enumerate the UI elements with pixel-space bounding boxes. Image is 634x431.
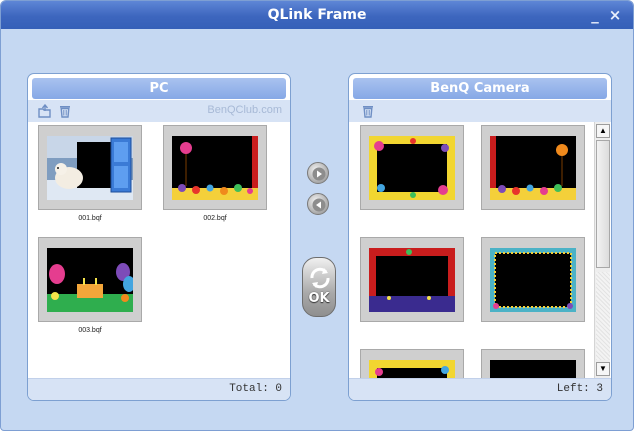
- frame-preview-candy-balloon: [490, 136, 576, 200]
- scroll-thumb[interactable]: [596, 140, 610, 268]
- camera-panel-title: BenQ Camera: [353, 78, 607, 99]
- file-thumbnail[interactable]: [163, 125, 267, 210]
- pc-panel-title: PC: [32, 78, 286, 99]
- ok-sync-button[interactable]: OK: [302, 257, 336, 317]
- sync-icon: [310, 267, 330, 289]
- camera-status-bar: Left: 3: [349, 378, 611, 400]
- import-icon[interactable]: [38, 103, 52, 118]
- pc-status-bar: Total: 0: [28, 378, 290, 400]
- qlink-frame-window: QLink Frame _ × PC BenQClub.com 001.bqf …: [0, 0, 634, 431]
- file-thumbnail[interactable]: [38, 125, 142, 210]
- frame-preview-polar-bear: [47, 136, 133, 200]
- camera-thumbnail[interactable]: [360, 349, 464, 378]
- file-caption: 001.bqf: [78, 215, 102, 222]
- left-count: Left: 3: [556, 383, 603, 395]
- frame-preview-candy-balloon: [172, 136, 258, 200]
- file-thumbnail[interactable]: [38, 237, 142, 322]
- frame-preview-green-dotted: [490, 248, 576, 312]
- window-title: QLink Frame: [267, 7, 367, 23]
- camera-thumbnail[interactable]: [360, 237, 464, 322]
- camera-thumbnail[interactable]: [481, 125, 585, 210]
- pc-panel: PC BenQClub.com 001.bqf 002.bqf 003.bqf …: [27, 73, 291, 401]
- arrow-left-icon: [312, 198, 326, 212]
- arrow-right-icon: [312, 167, 326, 181]
- title-bar[interactable]: QLink Frame _ ×: [1, 1, 633, 29]
- camera-file-grid: [349, 122, 593, 378]
- send-to-camera-button[interactable]: [307, 162, 329, 184]
- trash-icon[interactable]: [58, 104, 72, 118]
- pc-toolbar: BenQClub.com: [28, 100, 290, 122]
- camera-thumbnail[interactable]: [360, 125, 464, 210]
- camera-thumbnail[interactable]: [481, 237, 585, 322]
- trash-icon[interactable]: [361, 104, 375, 118]
- pc-file-grid: 001.bqf 002.bqf 003.bqf: [28, 122, 290, 378]
- frame-preview-red-curtain: [369, 248, 455, 312]
- minimize-button[interactable]: _: [587, 1, 603, 29]
- frame-preview-yellow-flowers: [369, 360, 455, 378]
- frame-preview-party-balloons: [47, 248, 133, 312]
- file-caption: 002.bqf: [203, 215, 227, 222]
- frame-preview-plain-black: [490, 360, 576, 378]
- brand-link[interactable]: BenQClub.com: [207, 104, 282, 116]
- scroll-track[interactable]: [596, 272, 610, 360]
- total-count: Total: 0: [229, 383, 282, 395]
- ok-label: OK: [308, 291, 330, 306]
- scroll-down-button[interactable]: ▼: [596, 362, 610, 376]
- file-caption: 003.bqf: [78, 327, 102, 334]
- scroll-up-button[interactable]: ▲: [596, 124, 610, 138]
- camera-thumbnail[interactable]: [481, 349, 585, 378]
- close-button[interactable]: ×: [607, 1, 623, 29]
- send-to-pc-button[interactable]: [307, 193, 329, 215]
- camera-panel: BenQ Camera ▲ ▼ Left: 3: [348, 73, 612, 401]
- camera-scrollbar[interactable]: ▲ ▼: [594, 122, 610, 378]
- frame-preview-yellow-hearts: [369, 136, 455, 200]
- camera-toolbar: [349, 100, 611, 122]
